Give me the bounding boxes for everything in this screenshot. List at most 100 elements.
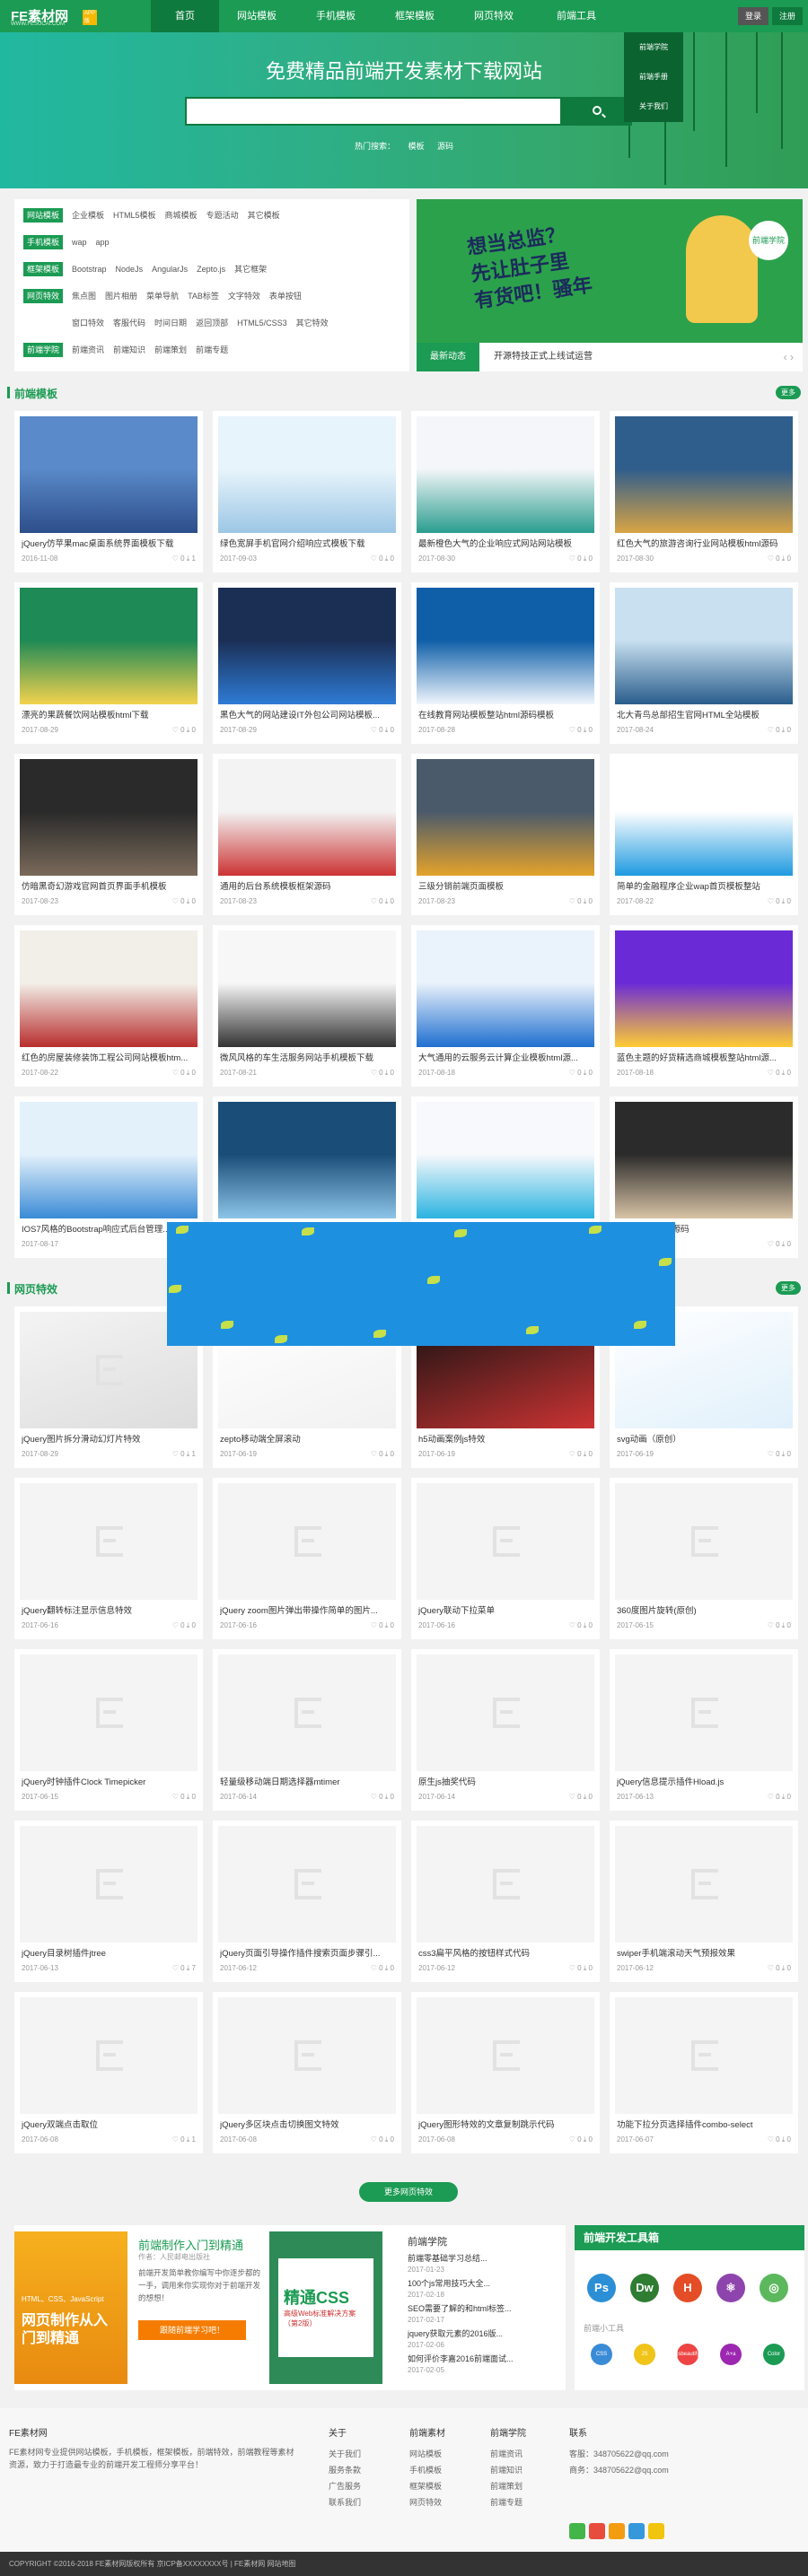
footer-link[interactable]: 框架模板 [409,2478,445,2494]
tool-icon[interactable]: ⚛ [716,2274,745,2302]
effect-card[interactable]: 360度图片旋转(原创) 2017-06-15 ♡ 0 ⤓ 0 [610,1478,798,1639]
category-tag[interactable]: 网站模板 [23,208,64,223]
tool-icon[interactable]: Dw [630,2274,659,2302]
card-title[interactable]: 红色的房屋装修装饰工程公司网站模板htm... [22,1051,196,1063]
card-thumbnail[interactable] [615,1655,793,1771]
card-thumbnail[interactable] [20,416,198,533]
card-thumbnail[interactable] [417,416,594,533]
category-link[interactable]: 客服代码 [113,316,145,330]
category-link[interactable]: 其它特效 [296,316,329,330]
template-card[interactable]: 通用的后台系统模板框架源码 2017-08-23 ♡ 0 ⤓ 0 [213,754,401,915]
dropdown-item[interactable]: 前端手册 [624,62,683,92]
mini-tool-icon[interactable]: JS [634,2344,655,2365]
category-link[interactable]: wap [72,235,87,249]
card-thumbnail[interactable] [615,930,793,1047]
nav-framework-templates[interactable]: 框架模板 [381,0,449,32]
footer-link[interactable]: 联系我们 [329,2494,361,2511]
footer-link[interactable]: 网页特效 [409,2494,445,2511]
more-effects-button[interactable]: 更多网页特效 [359,2182,458,2202]
learn-item-title[interactable]: SEO需要了解的和html标签... [408,2302,558,2314]
weibo-icon[interactable] [589,2523,605,2539]
news-arrows-icon[interactable]: ‹ › [784,343,794,371]
card-title[interactable]: 蓝色主题的好货精选商城模板整站html源... [617,1051,791,1063]
footer-link[interactable]: 关于我们 [329,2446,361,2462]
tool-icon[interactable]: Ps [587,2274,616,2302]
footer-link[interactable]: 广告服务 [329,2478,361,2494]
card-thumbnail[interactable] [20,1826,198,1943]
learn-item-title[interactable]: jquery获取元素的2016版... [408,2327,558,2339]
category-link[interactable]: 前端专题 [196,343,228,357]
template-card[interactable]: 微风风格的车生活服务网站手机模板下载 2017-08-21 ♡ 0 ⤓ 0 [213,925,401,1087]
card-title[interactable]: 黑色大气的网站建设IT外包公司网站模板... [220,708,394,720]
category-link[interactable]: TAB标签 [188,289,219,303]
nav-web-effects[interactable]: 网页特效 [460,0,528,32]
effect-card[interactable]: jQuery页面引导操作插件搜索页面步骤引... 2017-06-12 ♡ 0 ⤓ … [213,1821,401,1982]
card-thumbnail[interactable] [20,1102,198,1218]
card-title[interactable]: 大气通用的云服务云计算企业模板html源... [418,1051,593,1063]
template-card[interactable]: 红色的房屋装修装饰工程公司网站模板htm... 2017-08-22 ♡ 0 ⤓ 0 [14,925,203,1087]
category-tag[interactable]: 前端学院 [23,343,64,357]
card-thumbnail[interactable] [218,759,396,876]
category-link[interactable]: 文字特效 [228,289,260,303]
learn-item-title[interactable]: 100个js常用技巧大全... [408,2277,558,2289]
card-thumbnail[interactable] [615,1483,793,1600]
rss-icon[interactable] [609,2523,625,2539]
overlay-ad-popup[interactable] [167,1222,675,1346]
card-title[interactable]: jQuery zoom图片弹出带操作简单的图片... [220,1603,394,1616]
category-link[interactable]: 前端知识 [113,343,145,357]
learn-item[interactable]: 如何评价李嘉2016前端面试... 2017-02-05 [408,2353,558,2374]
effect-card[interactable]: jQuery双端点击取位 2017-06-08 ♡ 0 ⤓ 1 [14,1992,203,2153]
category-link[interactable]: 返回顶部 [196,316,228,330]
effect-card[interactable]: 原生js抽奖代码 2017-06-14 ♡ 0 ⤓ 0 [411,1649,600,1811]
effect-card[interactable]: swiper手机端滚动天气预报效果 2017-06-12 ♡ 0 ⤓ 0 [610,1821,798,1982]
site-logo[interactable]: FE素材网 APP版 WWW.FESUCAI.COM [11,6,98,27]
template-card[interactable]: 蓝色主题的好货精选商城模板整站html源... 2017-08-18 ♡ 0 ⤓ 0 [610,925,798,1087]
category-link[interactable]: 窗口特效 [72,316,104,330]
learn-item[interactable]: 100个js常用技巧大全... 2017-02-18 [408,2277,558,2299]
footer-link[interactable]: 客服：348705622@qq.com [569,2446,669,2462]
card-thumbnail[interactable] [615,588,793,704]
nav-home[interactable]: 首页 [151,0,219,32]
register-button[interactable]: 注册 [772,7,803,25]
card-title[interactable]: jQuery仿苹果mac桌面系统界面模板下载 [22,537,196,549]
card-title[interactable]: 通用的后台系统模板框架源码 [220,879,394,892]
effect-card[interactable]: jQuery翻转标注显示信息特效 2017-06-16 ♡ 0 ⤓ 0 [14,1478,203,1639]
category-tag[interactable]: 框架模板 [23,262,64,276]
book-title[interactable]: 前端制作入门到精通 [138,2236,243,2253]
card-thumbnail[interactable] [218,1655,396,1771]
footer-link[interactable]: 前端知识 [490,2462,526,2478]
card-title[interactable]: 轻量级移动端日期选择器mtimer [220,1775,394,1787]
effect-card[interactable]: css3扁平风格的按钮样式代码 2017-06-12 ♡ 0 ⤓ 0 [411,1821,600,1982]
card-thumbnail[interactable] [615,1997,793,2114]
card-title[interactable]: jQuery联动下拉菜单 [418,1603,593,1616]
card-thumbnail[interactable] [615,1102,793,1218]
card-thumbnail[interactable] [218,1826,396,1943]
footer-link[interactable]: 前端资讯 [490,2446,526,2462]
effect-card[interactable]: jQuery图形特效的文章复制跳示代码 2017-06-08 ♡ 0 ⤓ 0 [411,1992,600,2153]
nav-frontend-tools[interactable]: 前端工具 [542,0,610,32]
category-link[interactable]: 菜单导航 [146,289,179,303]
learn-item[interactable]: 前端零基础学习总结... 2017-01-23 [408,2252,558,2274]
card-thumbnail[interactable] [417,930,594,1047]
dropdown-item[interactable]: 前端学院 [624,32,683,62]
learn-item-title[interactable]: 如何评价李嘉2016前端面试... [408,2353,558,2364]
book-cover[interactable]: HTML、CSS、JavaScript 网页制作从入门到精通 [14,2231,127,2384]
card-title[interactable]: 最新橙色大气的企业响应式网站网站模板 [418,537,593,549]
card-thumbnail[interactable] [20,759,198,876]
card-thumbnail[interactable] [218,1102,396,1218]
category-link[interactable]: 图片相册 [105,289,137,303]
card-title[interactable]: jQuery多区块点击切换图文特效 [220,2118,394,2130]
effect-card[interactable]: jQuery联动下拉菜单 2017-06-16 ♡ 0 ⤓ 0 [411,1478,600,1639]
footer-link[interactable]: 手机模板 [409,2462,445,2478]
search-input[interactable] [185,97,569,126]
card-title[interactable]: jQuery翻转标注显示信息特效 [22,1603,196,1616]
effect-card[interactable]: jQuery目录树插件jtree 2017-06-13 ♡ 0 ⤓ 7 [14,1821,203,1982]
card-thumbnail[interactable] [417,1483,594,1600]
category-link[interactable]: Bootstrap [72,262,107,276]
card-title[interactable]: swiper手机端滚动天气预报效果 [617,1946,791,1959]
category-link[interactable]: 前端资讯 [72,343,104,357]
learn-item[interactable]: jquery获取元素的2016版... 2017-02-06 [408,2327,558,2349]
card-title[interactable]: css3扁平风格的按钮样式代码 [418,1946,593,1959]
card-title[interactable]: jQuery双端点击取位 [22,2118,196,2130]
template-card[interactable]: jQuery仿苹果mac桌面系统界面模板下载 2016-11-08 ♡ 0 ⤓ 1 [14,411,203,572]
